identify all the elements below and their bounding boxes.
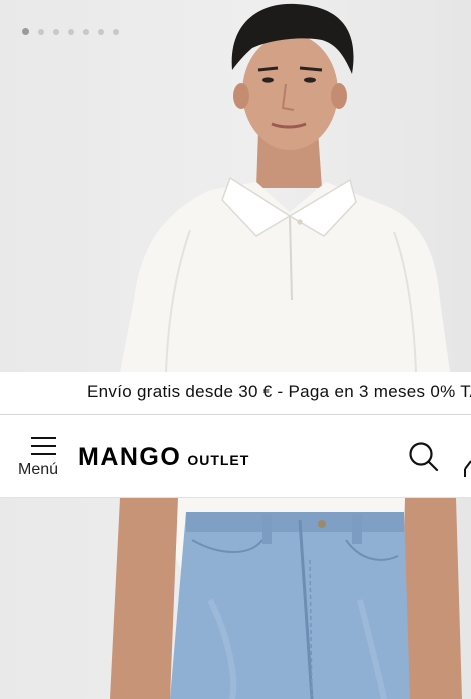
- promo-banner-text: Envío gratis desde 30 € - Paga en 3 mese…: [87, 382, 471, 401]
- mango-outlet-logo[interactable]: MANGO OUTLET: [78, 443, 249, 475]
- logo-main: MANGO: [78, 443, 182, 471]
- carousel-dot-6[interactable]: [98, 28, 104, 35]
- shopping-bag-button[interactable]: [463, 455, 471, 479]
- carousel-dot-7[interactable]: [113, 28, 119, 35]
- hamburger-icon: [31, 437, 56, 455]
- shopping-bag-icon: [464, 460, 471, 477]
- carousel-dot-2[interactable]: [38, 28, 44, 35]
- menu-button[interactable]: Menú: [14, 433, 70, 485]
- promo-banner[interactable]: Envío gratis desde 30 € - Paga en 3 mese…: [0, 372, 471, 415]
- logo-sub: OUTLET: [187, 452, 250, 468]
- carousel-dot-3[interactable]: [53, 28, 59, 35]
- carousel-dot-5[interactable]: [83, 28, 89, 35]
- search-button[interactable]: [406, 439, 442, 475]
- menu-label: Menú: [18, 461, 59, 478]
- carousel-dot-1[interactable]: [22, 28, 29, 35]
- product-image[interactable]: [0, 0, 471, 699]
- carousel-indicator: [22, 28, 119, 35]
- search-icon: [409, 442, 439, 472]
- carousel-dot-4[interactable]: [68, 28, 74, 35]
- product-photo-illustration: [110, 3, 462, 699]
- site-header: Menú MANGO OUTLET: [0, 415, 471, 498]
